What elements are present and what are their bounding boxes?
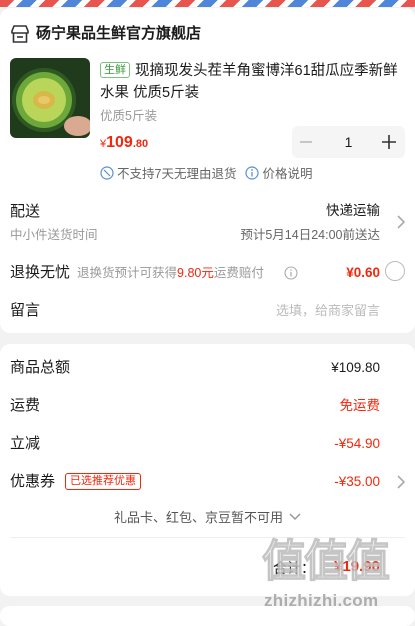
store-icon xyxy=(11,25,29,43)
info-icon[interactable] xyxy=(245,166,260,180)
product-spec[interactable]: 优质5斤装 xyxy=(100,107,157,125)
gift-card-note-text: 礼品卡、红包、京豆暂不可用 xyxy=(113,510,283,525)
quantity-value[interactable]: 1 xyxy=(332,126,365,158)
fresh-tag: 生鲜 xyxy=(100,62,130,78)
product-image[interactable] xyxy=(10,58,90,138)
return-desc-suffix: 运费赔付 xyxy=(213,266,264,280)
price-integer: 109 xyxy=(106,134,133,151)
no-return-text: 不支持7天无理由退货 xyxy=(117,167,237,181)
melon-image xyxy=(10,58,90,138)
product-price: ¥109.80 xyxy=(100,134,148,152)
watermark-logo: 值值值 xyxy=(261,536,390,586)
plus-icon[interactable] xyxy=(380,133,398,151)
no-return-icon xyxy=(100,166,114,180)
delivery-time-label: 中小件送货时间 xyxy=(10,228,98,242)
product-title[interactable]: 生鲜 现摘现发头茬羊角蜜博洋61甜瓜应季新鲜水果 优质5斤装 xyxy=(100,60,405,104)
gift-card-note[interactable]: 礼品卡、红包、京豆暂不可用 xyxy=(0,509,415,527)
coupon-label: 优惠券 xyxy=(10,473,56,490)
goods-total-label: 商品总额 xyxy=(10,359,71,376)
return-info-icon[interactable] xyxy=(284,266,298,280)
return-insurance-radio[interactable] xyxy=(385,261,405,281)
coupon-selected-badge: 已选推荐优惠 xyxy=(65,473,141,490)
delivery-label: 配送 xyxy=(10,203,41,220)
envelope-stripe-border xyxy=(0,0,415,7)
chevron-down-icon xyxy=(289,513,301,521)
return-desc-prefix: 退换货预计可获得 xyxy=(77,266,178,280)
coupon-value[interactable]: -¥35.00 xyxy=(334,472,380,492)
quantity-stepper: 1 xyxy=(292,126,405,158)
store-name[interactable]: 砀宁果品生鲜官方旗舰店 xyxy=(36,22,201,46)
return-insurance-price: ¥0.60 xyxy=(346,265,380,280)
shipping-value: 免运费 xyxy=(339,398,381,413)
return-insurance-label: 退换无忧 xyxy=(10,264,71,281)
discount-value: -¥54.90 xyxy=(334,436,380,451)
shipping-label: 运费 xyxy=(10,397,41,414)
order-item-card: 砀宁果品生鲜官方旗舰店 生鲜 现摘现发头茬羊角蜜博洋61甜瓜应季新鲜水果 优质5斤… xyxy=(0,8,415,333)
delivery-eta[interactable]: 预计5月14日24:00前送达 xyxy=(240,226,380,244)
message-input[interactable]: 选填，给商家留言 xyxy=(276,301,380,321)
product-title-text: 现摘现发头茬羊角蜜博洋61甜瓜应季新鲜水果 优质5斤装 xyxy=(100,63,398,101)
delivery-chevron-right-icon[interactable] xyxy=(396,215,406,229)
coupon-chevron-right-icon[interactable] xyxy=(396,475,406,489)
return-desc-amount: 9.80元 xyxy=(177,266,214,280)
message-label: 留言 xyxy=(10,302,41,319)
minus-icon[interactable] xyxy=(298,134,314,150)
delivery-method[interactable]: 快递运输 xyxy=(326,201,380,221)
return-insurance-desc: 退换货预计可获得9.80元运费赔付 xyxy=(77,264,264,282)
price-decimal: .80 xyxy=(132,138,149,150)
discount-label: 立减 xyxy=(10,435,41,452)
goods-total-value: ¥109.80 xyxy=(331,360,380,375)
price-info-link[interactable]: 价格说明 xyxy=(262,167,312,181)
watermark-site: zhizhizhi.com xyxy=(264,591,379,610)
return-policy-notice: 不支持7天无理由退货 价格说明 xyxy=(100,165,312,183)
